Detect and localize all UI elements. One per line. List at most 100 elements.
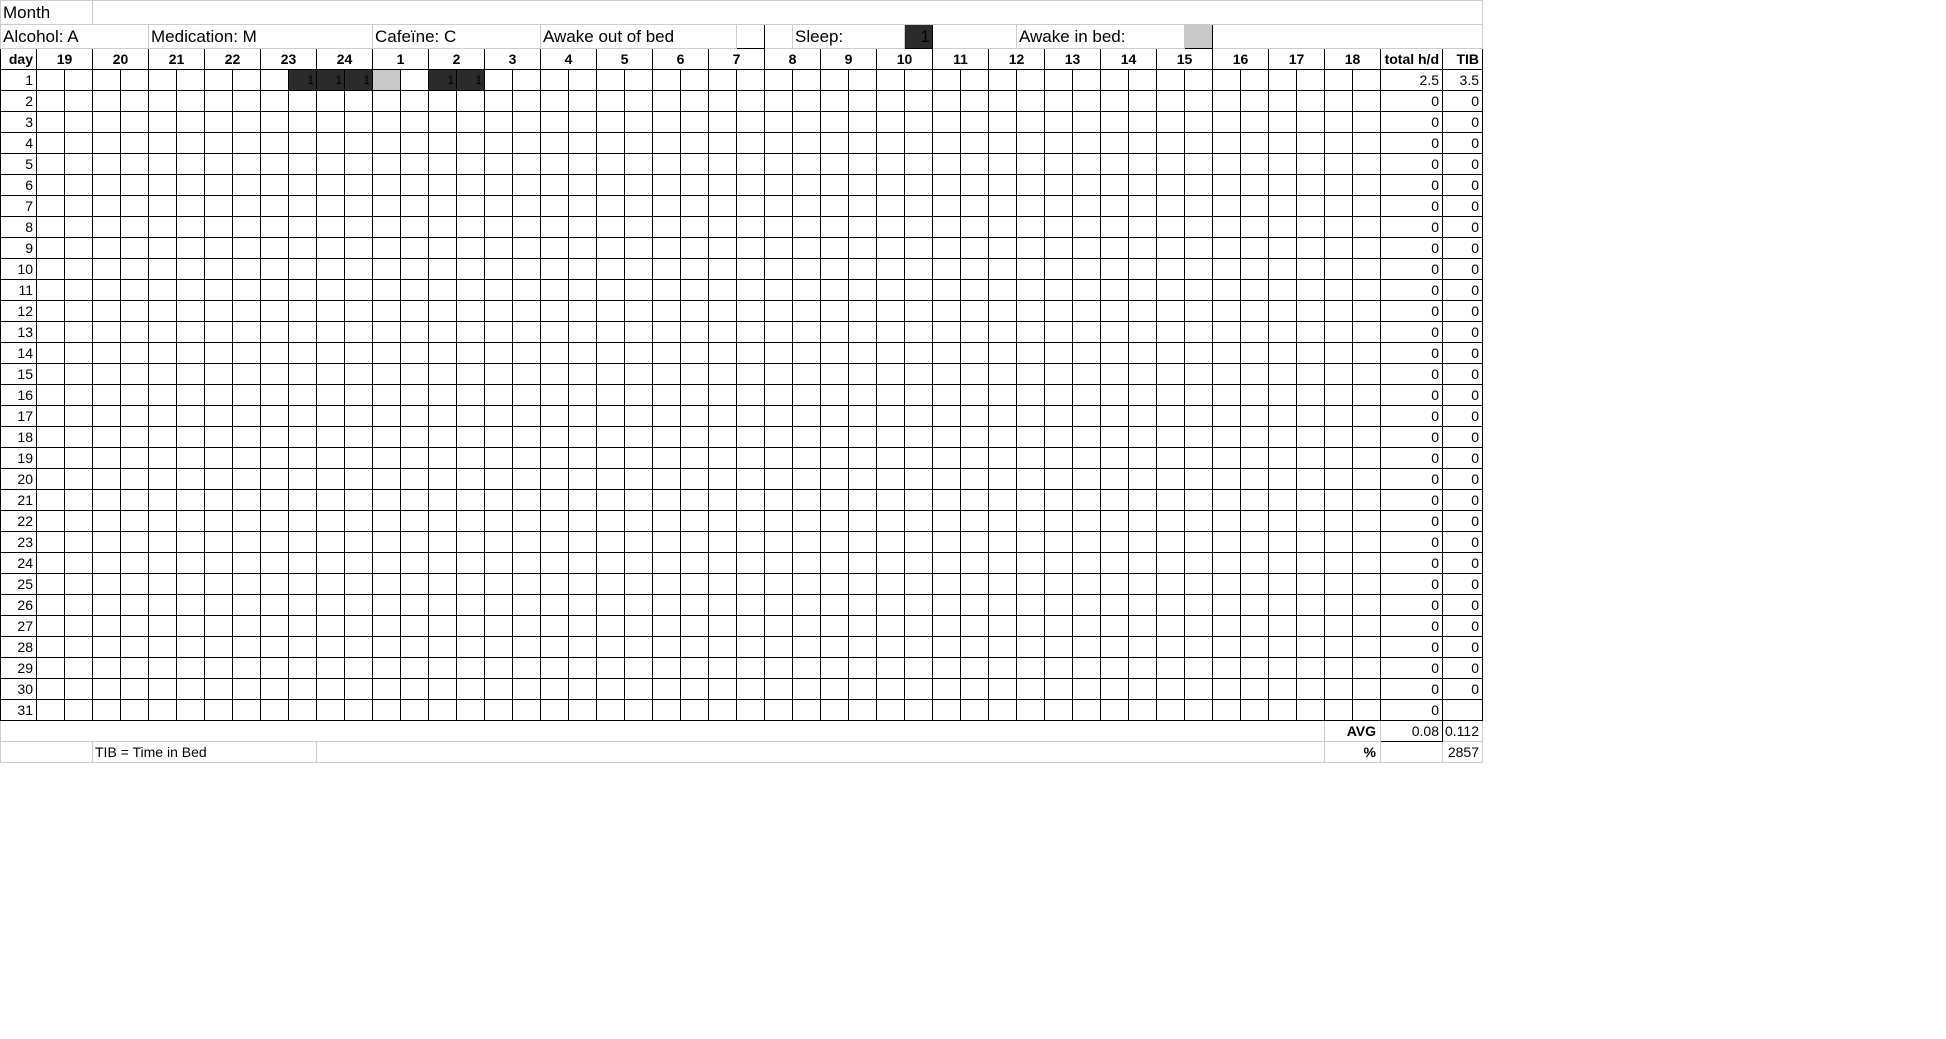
grid-cell[interactable] [233,532,261,553]
grid-cell[interactable] [1297,91,1325,112]
grid-cell[interactable] [765,679,793,700]
grid-cell[interactable] [1269,532,1297,553]
grid-cell[interactable] [1017,217,1045,238]
grid-cell[interactable] [541,259,569,280]
grid-cell[interactable] [345,532,373,553]
grid-cell[interactable] [93,91,121,112]
grid-cell[interactable] [821,280,849,301]
grid-cell[interactable] [1325,553,1353,574]
grid-cell[interactable] [513,595,541,616]
grid-cell[interactable] [653,574,681,595]
grid-cell[interactable] [65,364,93,385]
grid-cell[interactable] [401,490,429,511]
grid-cell[interactable] [149,595,177,616]
grid-cell[interactable] [877,406,905,427]
grid-cell[interactable] [1241,259,1269,280]
grid-cell[interactable] [233,112,261,133]
grid-cell[interactable] [37,490,65,511]
grid-cell[interactable] [849,322,877,343]
grid-cell[interactable] [821,259,849,280]
grid-cell[interactable] [317,364,345,385]
grid-cell[interactable] [821,238,849,259]
grid-cell[interactable] [569,469,597,490]
grid-cell[interactable] [1129,469,1157,490]
grid-cell[interactable] [373,658,401,679]
grid-cell[interactable] [625,70,653,91]
grid-cell[interactable] [457,511,485,532]
grid-cell[interactable] [541,658,569,679]
grid-cell[interactable] [177,364,205,385]
grid-cell[interactable] [905,196,933,217]
grid-cell[interactable] [821,511,849,532]
day-cell[interactable]: 14 [1,343,37,364]
grid-cell[interactable] [93,385,121,406]
grid-cell[interactable] [821,364,849,385]
grid-cell[interactable] [1185,448,1213,469]
grid-cell[interactable] [1325,196,1353,217]
grid-cell[interactable] [737,553,765,574]
grid-cell[interactable] [93,448,121,469]
grid-cell[interactable] [345,511,373,532]
grid-cell[interactable] [429,658,457,679]
grid-cell[interactable] [569,133,597,154]
grid-cell[interactable] [457,364,485,385]
grid-cell[interactable] [653,196,681,217]
grid-cell[interactable] [1185,700,1213,721]
grid-cell[interactable] [65,259,93,280]
grid-cell[interactable] [261,364,289,385]
total-cell[interactable]: 0 [1381,322,1443,343]
grid-cell[interactable] [737,322,765,343]
grid-cell[interactable] [877,469,905,490]
grid-cell[interactable] [989,322,1017,343]
grid-cell[interactable] [93,679,121,700]
grid-cell[interactable] [1045,679,1073,700]
grid-cell[interactable] [345,406,373,427]
grid-cell[interactable] [261,301,289,322]
grid-cell[interactable] [1045,154,1073,175]
grid-cell[interactable] [1297,238,1325,259]
grid-cell[interactable] [709,259,737,280]
tib-cell[interactable]: 0 [1443,427,1483,448]
grid-cell[interactable] [177,343,205,364]
grid-cell[interactable] [1017,448,1045,469]
grid-cell[interactable] [933,133,961,154]
grid-cell[interactable] [205,322,233,343]
grid-cell[interactable]: 1 [317,70,345,91]
total-cell[interactable]: 0 [1381,679,1443,700]
grid-cell[interactable] [233,364,261,385]
grid-cell[interactable] [793,385,821,406]
grid-cell[interactable] [457,658,485,679]
grid-cell[interactable] [401,238,429,259]
grid-cell[interactable] [317,112,345,133]
grid-cell[interactable] [737,511,765,532]
grid-cell[interactable] [177,679,205,700]
grid-cell[interactable] [821,532,849,553]
grid-cell[interactable] [65,679,93,700]
total-cell[interactable]: 0 [1381,532,1443,553]
grid-cell[interactable] [485,700,513,721]
grid-cell[interactable] [1213,427,1241,448]
grid-cell[interactable] [317,574,345,595]
grid-cell[interactable] [989,301,1017,322]
grid-cell[interactable] [849,196,877,217]
grid-cell[interactable] [429,595,457,616]
grid-cell[interactable] [681,469,709,490]
day-cell[interactable]: 1 [1,70,37,91]
grid-cell[interactable] [233,238,261,259]
grid-cell[interactable] [513,637,541,658]
grid-cell[interactable] [485,448,513,469]
grid-cell[interactable] [821,574,849,595]
grid-cell[interactable] [793,574,821,595]
grid-cell[interactable] [625,364,653,385]
grid-cell[interactable] [513,343,541,364]
grid-cell[interactable] [205,448,233,469]
grid-cell[interactable] [513,679,541,700]
grid-cell[interactable] [709,91,737,112]
grid-cell[interactable] [149,70,177,91]
grid-cell[interactable] [877,616,905,637]
grid-cell[interactable] [681,553,709,574]
grid-cell[interactable] [1241,490,1269,511]
grid-cell[interactable] [1353,427,1381,448]
grid-cell[interactable] [373,448,401,469]
grid-cell[interactable] [457,154,485,175]
